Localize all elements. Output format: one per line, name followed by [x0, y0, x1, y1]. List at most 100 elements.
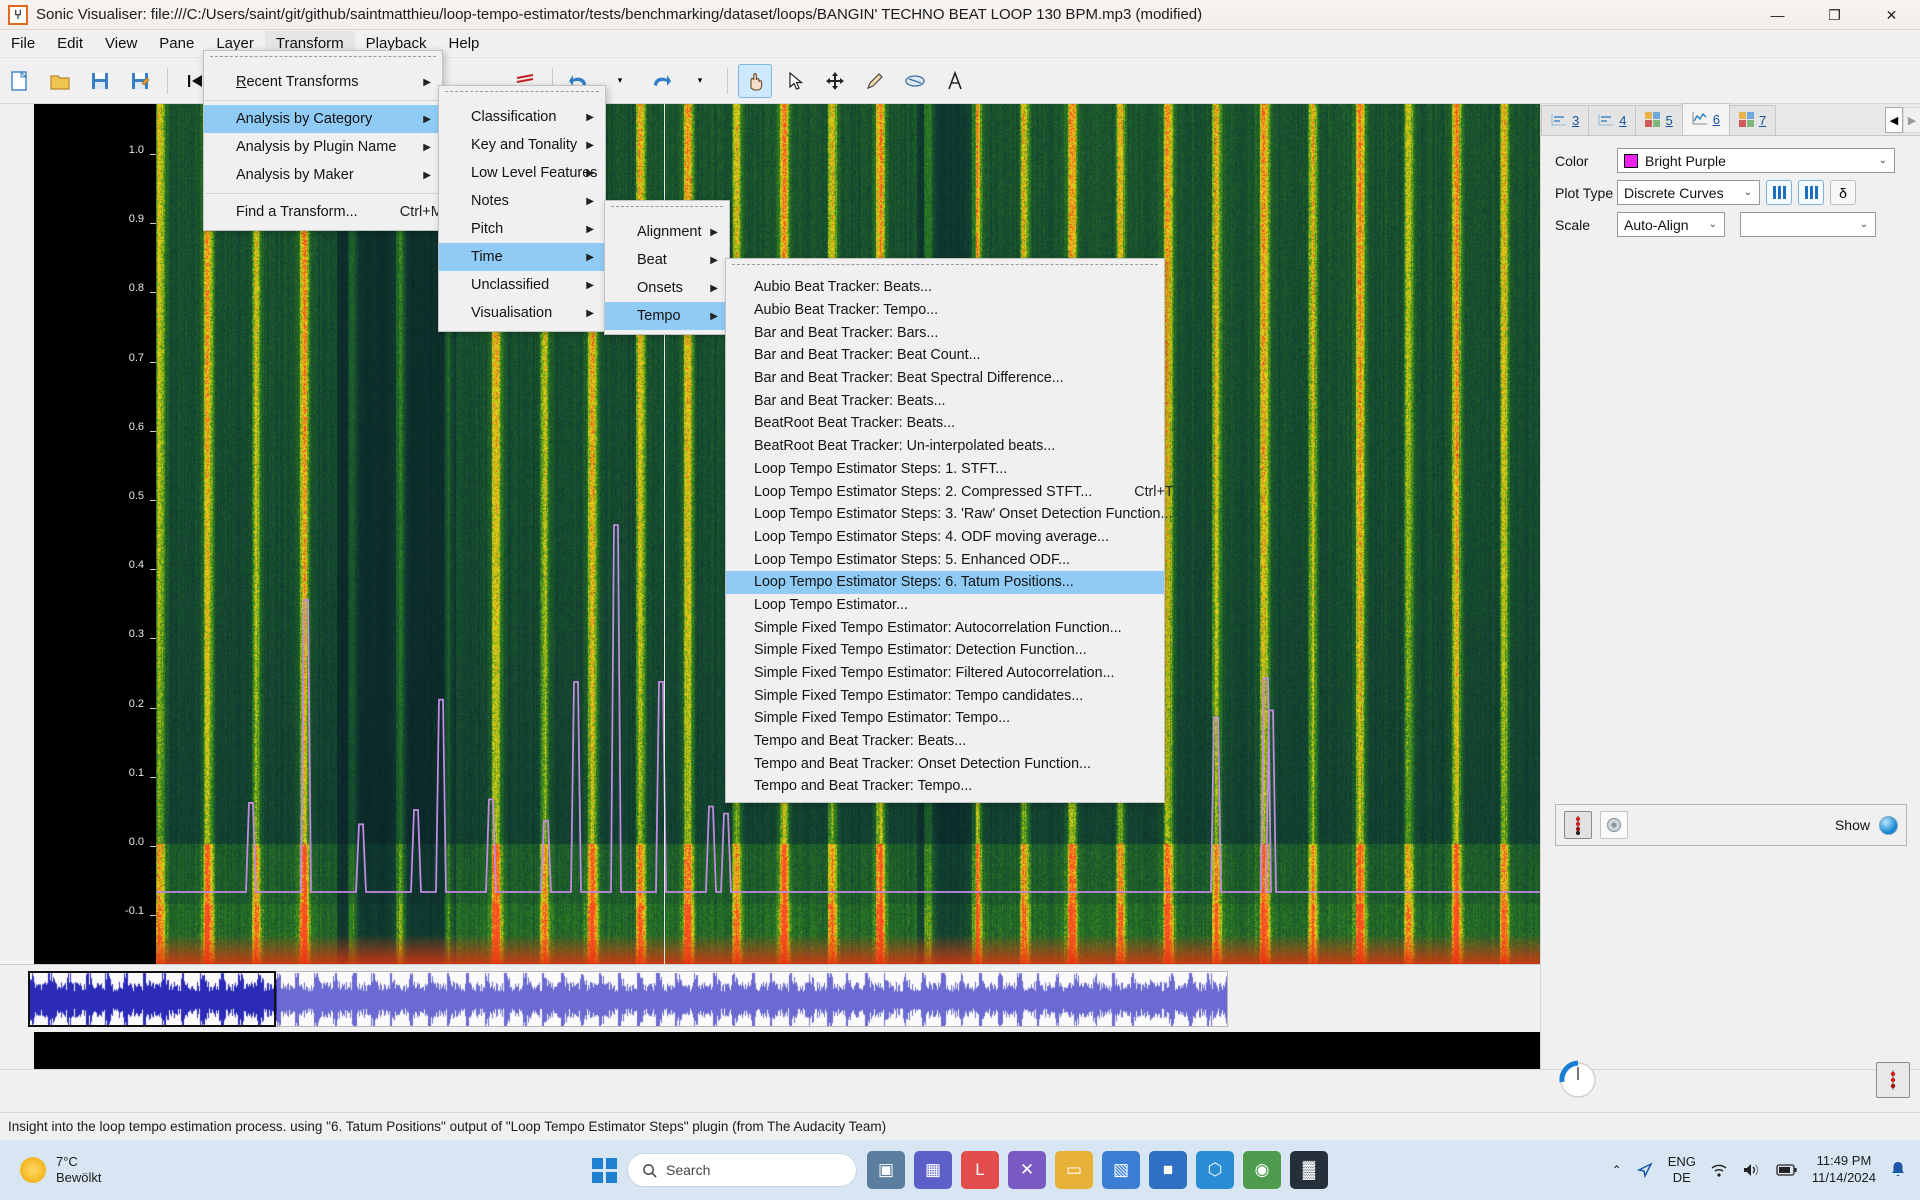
- layer-options-button[interactable]: [1600, 811, 1628, 839]
- battery-icon[interactable]: [1776, 1163, 1798, 1177]
- tear-off-handle[interactable]: [611, 206, 723, 214]
- vertical-scale-button-1[interactable]: [1766, 180, 1792, 205]
- menu-item[interactable]: Alignment ▶: [605, 218, 729, 246]
- vertical-scale-button-2[interactable]: [1798, 180, 1824, 205]
- menu-item[interactable]: Time ▶: [439, 243, 605, 271]
- menu-item[interactable]: Loop Tempo Estimator Steps: 4. ODF movin…: [726, 526, 1164, 549]
- erase-tool-button[interactable]: [898, 64, 932, 98]
- tear-off-handle[interactable]: [210, 56, 436, 64]
- minimize-button[interactable]: —: [1749, 0, 1806, 30]
- wifi-icon[interactable]: [1710, 1162, 1728, 1178]
- language-indicator[interactable]: ENG DE: [1668, 1154, 1696, 1187]
- taskbar-app-teams[interactable]: ▦: [914, 1151, 952, 1189]
- menu-item[interactable]: Analysis by Maker ▶: [204, 161, 442, 189]
- menu-item[interactable]: Classification ▶: [439, 103, 605, 131]
- taskbar-clock[interactable]: 11:49 PM 11/14/2024: [1812, 1153, 1876, 1187]
- menu-item[interactable]: Simple Fixed Tempo Estimator: Autocorrel…: [726, 616, 1164, 639]
- menu-item[interactable]: BeatRoot Beat Tracker: Un-interpolated b…: [726, 435, 1164, 458]
- menu-item[interactable]: Bar and Beat Tracker: Beat Count...: [726, 344, 1164, 367]
- layer-tab-4[interactable]: 4: [1588, 105, 1637, 135]
- delta-button[interactable]: δ: [1830, 180, 1856, 205]
- menu-item[interactable]: Loop Tempo Estimator Steps: 5. Enhanced …: [726, 548, 1164, 571]
- maximize-button[interactable]: ❐: [1806, 0, 1863, 30]
- menu-item[interactable]: Bar and Beat Tracker: Beat Spectral Diff…: [726, 367, 1164, 390]
- menu-item[interactable]: Loop Tempo Estimator Steps: 6. Tatum Pos…: [726, 570, 1164, 594]
- bell-icon[interactable]: [1890, 1161, 1906, 1179]
- open-session-button[interactable]: [43, 64, 77, 98]
- menu-item[interactable]: Tempo ▶: [605, 302, 729, 330]
- navigate-tool-button[interactable]: [738, 63, 772, 98]
- speaker-icon[interactable]: [1742, 1162, 1762, 1178]
- menubar-item-edit[interactable]: Edit: [46, 31, 94, 56]
- menu-item[interactable]: Pitch ▶: [439, 215, 605, 243]
- unit-select[interactable]: ⌄: [1740, 212, 1876, 237]
- taskbar-app-vs-code-insiders[interactable]: ✕: [1008, 1151, 1046, 1189]
- measure-tool-button[interactable]: [938, 64, 972, 98]
- edit-tool-button[interactable]: [818, 64, 852, 98]
- menu-item[interactable]: Onsets ▶: [605, 274, 729, 302]
- taskbar-app-store[interactable]: ▧: [1102, 1151, 1140, 1189]
- menu-item[interactable]: Simple Fixed Tempo Estimator: Tempo...: [726, 707, 1164, 730]
- undo-dropdown[interactable]: ▾: [603, 64, 637, 98]
- menu-item[interactable]: Loop Tempo Estimator Steps: 2. Compresse…: [726, 480, 1174, 503]
- taskbar-app-blue-app[interactable]: ■: [1149, 1151, 1187, 1189]
- analysis-by-category-menu[interactable]: Classification ▶ Key and Tonality ▶ Low Leve…: [438, 85, 606, 332]
- redo-dropdown[interactable]: ▾: [683, 64, 717, 98]
- tray-chevron-icon[interactable]: ⌃: [1612, 1163, 1622, 1177]
- menu-item[interactable]: Analysis by Category ▶: [204, 105, 442, 133]
- taskbar-app-sonic-visualiser[interactable]: ▓: [1290, 1151, 1328, 1189]
- start-button[interactable]: [592, 1157, 617, 1183]
- time-category-menu[interactable]: Alignment ▶ Beat ▶ Onsets ▶ Tempo ▶: [604, 200, 730, 335]
- layer-visibility-button[interactable]: [1564, 811, 1592, 839]
- menu-item[interactable]: Tempo and Beat Tracker: Onset Detection …: [726, 752, 1164, 775]
- menubar-item-file[interactable]: File: [0, 31, 46, 56]
- show-toggle-led[interactable]: [1879, 815, 1898, 835]
- menu-item[interactable]: Find a Transform... Ctrl+M: [204, 198, 443, 226]
- menu-item[interactable]: Bar and Beat Tracker: Beats...: [726, 389, 1164, 412]
- overview-selection[interactable]: [28, 971, 276, 1027]
- menu-item[interactable]: Notes ▶: [439, 187, 605, 215]
- location-arrow-icon[interactable]: [1636, 1161, 1654, 1179]
- playback-speed-dial[interactable]: [1556, 1058, 1600, 1102]
- waveform-overview[interactable]: [0, 964, 1540, 1032]
- layer-tab-3[interactable]: 3: [1541, 105, 1590, 135]
- menu-item[interactable]: Loop Tempo Estimator Steps: 1. STFT...: [726, 458, 1164, 481]
- pane-level-meter[interactable]: [1876, 1062, 1910, 1098]
- menu-item[interactable]: Recent Transforms ▶: [204, 68, 442, 96]
- menu-item[interactable]: Key and Tonality ▶: [439, 131, 605, 159]
- taskbar-app-task-view[interactable]: ▣: [867, 1151, 905, 1189]
- redo-button[interactable]: [643, 64, 677, 98]
- menu-item[interactable]: Visualisation ▶: [439, 299, 605, 327]
- menu-item[interactable]: Unclassified ▶: [439, 271, 605, 299]
- menu-item[interactable]: Simple Fixed Tempo Estimator: Detection …: [726, 639, 1164, 662]
- taskbar-search[interactable]: Search: [627, 1153, 857, 1187]
- select-tool-button[interactable]: [778, 64, 812, 98]
- tempo-transform-menu[interactable]: Aubio Beat Tracker: Beats... Aubio Beat T…: [725, 258, 1174, 803]
- menu-item[interactable]: Tempo and Beat Tracker: Tempo...: [726, 775, 1164, 798]
- draw-tool-button[interactable]: [858, 64, 892, 98]
- layer-tab-6[interactable]: 6: [1681, 103, 1730, 135]
- weather-widget[interactable]: 7°C Bewölkt: [20, 1154, 102, 1187]
- new-session-button[interactable]: [3, 64, 37, 98]
- plot-type-select[interactable]: Discrete Curves ⌄: [1617, 180, 1760, 205]
- transform-menu[interactable]: Recent Transforms ▶ Analysis by Category ▶ A…: [203, 50, 443, 231]
- taskbar-app-file-explorer[interactable]: ▭: [1055, 1151, 1093, 1189]
- menu-item[interactable]: Simple Fixed Tempo Estimator: Tempo cand…: [726, 684, 1164, 707]
- menu-item[interactable]: Aubio Beat Tracker: Beats...: [726, 276, 1164, 299]
- menu-item[interactable]: Low Level Features ▶: [439, 159, 605, 187]
- menu-item[interactable]: Tempo and Beat Tracker: Beats...: [726, 730, 1164, 753]
- tear-off-handle[interactable]: [732, 264, 1158, 272]
- save-session-as-button[interactable]: [123, 64, 157, 98]
- layer-tab-5[interactable]: 5: [1635, 105, 1683, 135]
- taskbar-app-vs-code[interactable]: ⬡: [1196, 1151, 1234, 1189]
- close-button[interactable]: ✕: [1863, 0, 1920, 30]
- next-tab-arrow[interactable]: ▶: [1903, 107, 1920, 133]
- taskbar-app-loop-app[interactable]: L: [961, 1151, 999, 1189]
- menu-item[interactable]: Bar and Beat Tracker: Bars...: [726, 321, 1164, 344]
- color-select[interactable]: Bright Purple ⌄: [1617, 148, 1895, 173]
- menubar-item-help[interactable]: Help: [438, 31, 491, 56]
- prev-tab-arrow[interactable]: ◀: [1885, 107, 1903, 133]
- taskbar-app-chrome[interactable]: ◉: [1243, 1151, 1281, 1189]
- menu-item[interactable]: Analysis by Plugin Name ▶: [204, 133, 442, 161]
- scale-select[interactable]: Auto-Align ⌄: [1617, 212, 1725, 237]
